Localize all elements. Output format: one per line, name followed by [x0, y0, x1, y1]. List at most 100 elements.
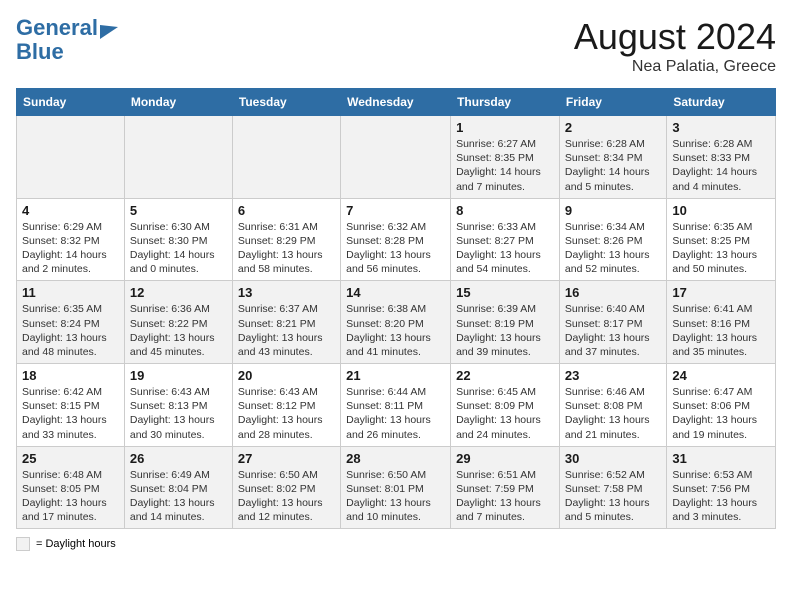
day-info: Sunrise: 6:49 AM Sunset: 8:04 PM Dayligh…	[130, 468, 227, 525]
page-header: General Blue August 2024 Nea Palatia, Gr…	[16, 16, 776, 76]
calendar-week-row: 18Sunrise: 6:42 AM Sunset: 8:15 PM Dayli…	[17, 364, 776, 447]
day-info: Sunrise: 6:37 AM Sunset: 8:21 PM Dayligh…	[238, 302, 335, 359]
day-number: 4	[22, 203, 119, 218]
day-number: 13	[238, 285, 335, 300]
day-number: 31	[672, 451, 770, 466]
calendar-cell: 20Sunrise: 6:43 AM Sunset: 8:12 PM Dayli…	[232, 364, 340, 447]
day-number: 22	[456, 368, 554, 383]
day-number: 14	[346, 285, 445, 300]
legend-box	[16, 537, 30, 551]
day-info: Sunrise: 6:47 AM Sunset: 8:06 PM Dayligh…	[672, 385, 770, 442]
day-number: 16	[565, 285, 661, 300]
day-number: 19	[130, 368, 227, 383]
dow-header: Monday	[124, 89, 232, 116]
day-number: 24	[672, 368, 770, 383]
day-info: Sunrise: 6:33 AM Sunset: 8:27 PM Dayligh…	[456, 220, 554, 277]
dow-header: Friday	[559, 89, 666, 116]
day-number: 5	[130, 203, 227, 218]
day-info: Sunrise: 6:40 AM Sunset: 8:17 PM Dayligh…	[565, 302, 661, 359]
calendar-cell	[341, 116, 451, 199]
calendar-cell: 30Sunrise: 6:52 AM Sunset: 7:58 PM Dayli…	[559, 446, 666, 529]
calendar-week-row: 4 Sunrise: 6:29 AM Sunset: 8:32 PM Daylig…	[17, 198, 776, 281]
day-number: 30	[565, 451, 661, 466]
calendar-cell: 15 Sunrise: 6:39 AM Sunset: 8:19 PM Dayli…	[451, 281, 560, 364]
calendar-cell: 25 Sunrise: 6:48 AM Sunset: 8:05 PM Dayli…	[17, 446, 125, 529]
day-number: 10	[672, 203, 770, 218]
day-info: Sunrise: 6:27 AM Sunset: 8:35 PM Dayligh…	[456, 137, 554, 194]
day-info: Sunrise: 6:29 AM Sunset: 8:32 PM Dayligh…	[22, 220, 119, 277]
day-info: Sunrise: 6:32 AM Sunset: 8:28 PM Dayligh…	[346, 220, 445, 277]
logo: General Blue	[16, 16, 118, 64]
calendar-cell	[124, 116, 232, 199]
day-info: Sunrise: 6:48 AM Sunset: 8:05 PM Dayligh…	[22, 468, 119, 525]
day-number: 1	[456, 120, 554, 135]
calendar-cell: 2 Sunrise: 6:28 AM Sunset: 8:34 PM Daylig…	[559, 116, 666, 199]
calendar-week-row: 11 Sunrise: 6:35 AM Sunset: 8:24 PM Dayli…	[17, 281, 776, 364]
day-number: 21	[346, 368, 445, 383]
calendar-cell: 21Sunrise: 6:44 AM Sunset: 8:11 PM Dayli…	[341, 364, 451, 447]
calendar-cell: 1 Sunrise: 6:27 AM Sunset: 8:35 PM Daylig…	[451, 116, 560, 199]
calendar-cell: 16 Sunrise: 6:40 AM Sunset: 8:17 PM Dayli…	[559, 281, 666, 364]
day-info: Sunrise: 6:28 AM Sunset: 8:34 PM Dayligh…	[565, 137, 661, 194]
calendar-cell: 14 Sunrise: 6:38 AM Sunset: 8:20 PM Dayli…	[341, 281, 451, 364]
calendar-cell: 22 Sunrise: 6:45 AM Sunset: 8:09 PM Dayli…	[451, 364, 560, 447]
day-info: Sunrise: 6:50 AM Sunset: 8:02 PM Dayligh…	[238, 468, 335, 525]
days-of-week-row: SundayMondayTuesdayWednesdayThursdayFrid…	[17, 89, 776, 116]
day-info: Sunrise: 6:39 AM Sunset: 8:19 PM Dayligh…	[456, 302, 554, 359]
day-info: Sunrise: 6:38 AM Sunset: 8:20 PM Dayligh…	[346, 302, 445, 359]
day-number: 6	[238, 203, 335, 218]
day-number: 27	[238, 451, 335, 466]
calendar-cell: 11 Sunrise: 6:35 AM Sunset: 8:24 PM Dayli…	[17, 281, 125, 364]
calendar-cell: 7 Sunrise: 6:32 AM Sunset: 8:28 PM Daylig…	[341, 198, 451, 281]
calendar-cell: 19Sunrise: 6:43 AM Sunset: 8:13 PM Dayli…	[124, 364, 232, 447]
calendar-cell: 12Sunrise: 6:36 AM Sunset: 8:22 PM Dayli…	[124, 281, 232, 364]
day-info: Sunrise: 6:35 AM Sunset: 8:24 PM Dayligh…	[22, 302, 119, 359]
day-info: Sunrise: 6:35 AM Sunset: 8:25 PM Dayligh…	[672, 220, 770, 277]
logo-bird-icon	[100, 17, 118, 39]
calendar-cell	[17, 116, 125, 199]
dow-header: Wednesday	[341, 89, 451, 116]
day-info: Sunrise: 6:46 AM Sunset: 8:08 PM Dayligh…	[565, 385, 661, 442]
calendar-cell: 8Sunrise: 6:33 AM Sunset: 8:27 PM Daylig…	[451, 198, 560, 281]
calendar-cell: 5 Sunrise: 6:30 AM Sunset: 8:30 PM Daylig…	[124, 198, 232, 281]
legend-label: = Daylight hours	[36, 538, 116, 550]
day-number: 18	[22, 368, 119, 383]
day-number: 9	[565, 203, 661, 218]
day-number: 25	[22, 451, 119, 466]
calendar-cell: 17Sunrise: 6:41 AM Sunset: 8:16 PM Dayli…	[667, 281, 776, 364]
dow-header: Tuesday	[232, 89, 340, 116]
dow-header: Thursday	[451, 89, 560, 116]
calendar-cell	[232, 116, 340, 199]
day-number: 11	[22, 285, 119, 300]
day-info: Sunrise: 6:43 AM Sunset: 8:12 PM Dayligh…	[238, 385, 335, 442]
day-number: 29	[456, 451, 554, 466]
legend: = Daylight hours	[16, 537, 776, 551]
day-number: 3	[672, 120, 770, 135]
logo-text: General	[16, 16, 98, 40]
day-number: 12	[130, 285, 227, 300]
calendar-body: 1 Sunrise: 6:27 AM Sunset: 8:35 PM Daylig…	[17, 116, 776, 529]
day-number: 17	[672, 285, 770, 300]
day-number: 26	[130, 451, 227, 466]
calendar-cell: 31 Sunrise: 6:53 AM Sunset: 7:56 PM Dayli…	[667, 446, 776, 529]
day-info: Sunrise: 6:53 AM Sunset: 7:56 PM Dayligh…	[672, 468, 770, 525]
day-info: Sunrise: 6:34 AM Sunset: 8:26 PM Dayligh…	[565, 220, 661, 277]
calendar-cell: 9 Sunrise: 6:34 AM Sunset: 8:26 PM Daylig…	[559, 198, 666, 281]
calendar-cell: 18Sunrise: 6:42 AM Sunset: 8:15 PM Dayli…	[17, 364, 125, 447]
day-info: Sunrise: 6:28 AM Sunset: 8:33 PM Dayligh…	[672, 137, 770, 194]
day-number: 7	[346, 203, 445, 218]
calendar-cell: 4 Sunrise: 6:29 AM Sunset: 8:32 PM Daylig…	[17, 198, 125, 281]
day-number: 2	[565, 120, 661, 135]
day-info: Sunrise: 6:31 AM Sunset: 8:29 PM Dayligh…	[238, 220, 335, 277]
calendar-cell: 29 Sunrise: 6:51 AM Sunset: 7:59 PM Dayli…	[451, 446, 560, 529]
calendar-cell: 26 Sunrise: 6:49 AM Sunset: 8:04 PM Dayli…	[124, 446, 232, 529]
day-number: 15	[456, 285, 554, 300]
day-info: Sunrise: 6:51 AM Sunset: 7:59 PM Dayligh…	[456, 468, 554, 525]
calendar-cell: 13 Sunrise: 6:37 AM Sunset: 8:21 PM Dayli…	[232, 281, 340, 364]
calendar-week-row: 25 Sunrise: 6:48 AM Sunset: 8:05 PM Dayli…	[17, 446, 776, 529]
day-info: Sunrise: 6:50 AM Sunset: 8:01 PM Dayligh…	[346, 468, 445, 525]
day-info: Sunrise: 6:45 AM Sunset: 8:09 PM Dayligh…	[456, 385, 554, 442]
calendar-cell: 27 Sunrise: 6:50 AM Sunset: 8:02 PM Dayli…	[232, 446, 340, 529]
day-info: Sunrise: 6:30 AM Sunset: 8:30 PM Dayligh…	[130, 220, 227, 277]
logo-blue-text: Blue	[16, 40, 64, 64]
